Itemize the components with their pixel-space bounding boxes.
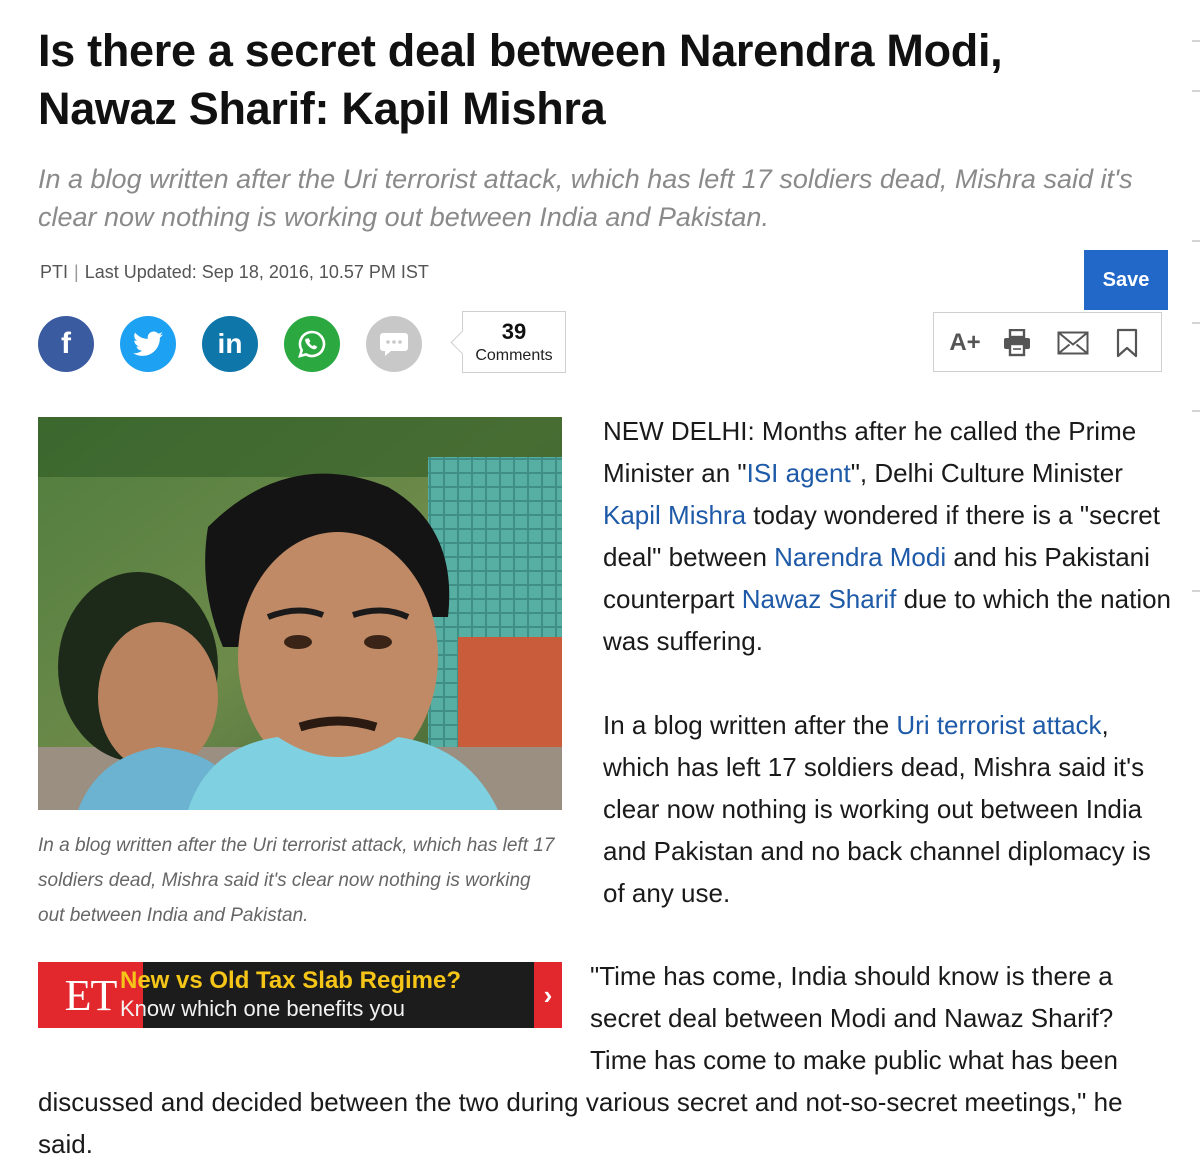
link-isi-agent[interactable]: ISI agent	[747, 458, 851, 488]
edge-mark	[1192, 90, 1200, 92]
comments-label: Comments	[475, 347, 553, 364]
print-button[interactable]	[1000, 327, 1034, 359]
byline: PTI | Last Updated: Sep 18, 2016, 10.57 PM…	[40, 262, 429, 283]
article-headline: Is there a secret deal between Narendra …	[38, 25, 1003, 134]
article-synopsis: In a blog written after the Uri terroris…	[38, 164, 1133, 232]
mail-icon	[1057, 331, 1089, 355]
edge-mark	[1192, 410, 1200, 412]
chevron-right-icon[interactable]: ›	[534, 962, 562, 1028]
paragraph-2: In a blog written after the Uri terroris…	[603, 704, 1178, 914]
et-promo-banner[interactable]: ET New vs Old Tax Slab Regime? Know whic…	[38, 962, 562, 1028]
paragraph-1: NEW DELHI: Months after he called the Pr…	[603, 410, 1178, 662]
edge-mark	[1192, 40, 1200, 42]
print-icon	[1004, 329, 1030, 357]
save-button[interactable]: Save	[1084, 250, 1168, 310]
edge-mark	[1192, 240, 1200, 242]
whatsapp-icon	[298, 330, 326, 358]
byline-source[interactable]: PTI	[40, 262, 68, 282]
email-button[interactable]	[1056, 327, 1090, 359]
twitter-icon	[133, 331, 163, 356]
p2-text-1: In a blog written after the	[603, 710, 897, 740]
whatsapp-share-button[interactable]	[284, 316, 340, 372]
edge-mark	[1192, 322, 1200, 324]
edge-mark	[1192, 590, 1200, 592]
facebook-icon: f	[61, 327, 71, 360]
font-size-button[interactable]: A+	[944, 327, 986, 359]
linkedin-share-button[interactable]: in	[202, 316, 258, 372]
link-narendra-modi[interactable]: Narendra Modi	[774, 542, 946, 572]
bookmark-icon	[1116, 328, 1138, 358]
promo-text: New vs Old Tax Slab Regime? Know which o…	[38, 962, 532, 1028]
comment-button[interactable]	[366, 316, 422, 372]
linkedin-icon: in	[217, 328, 243, 359]
comments-count: 39	[501, 319, 527, 344]
photo-caption: In a blog written after the Uri terroris…	[38, 835, 555, 926]
promo-title: New vs Old Tax Slab Regime?	[120, 967, 461, 994]
article-photo	[38, 417, 562, 810]
facebook-share-button[interactable]: f	[38, 316, 94, 372]
bookmark-button[interactable]	[1112, 327, 1142, 359]
article-photo-image	[38, 417, 562, 810]
link-uri-terrorist-attack[interactable]: Uri terrorist attack	[896, 710, 1101, 740]
promo-subtitle: Know which one benefits you	[120, 996, 405, 1021]
p1-text-2: ", Delhi Culture Minister	[850, 458, 1123, 488]
comments-count-box[interactable]: 39 Comments	[462, 311, 566, 373]
article-tools: A+	[933, 312, 1162, 372]
comment-icon	[380, 333, 408, 356]
twitter-share-button[interactable]	[120, 316, 176, 372]
page-edge-marks	[1186, 0, 1200, 1162]
byline-separator: |	[74, 262, 79, 282]
byline-updated: Last Updated: Sep 18, 2016, 10.57 PM IST	[84, 262, 429, 282]
article-body: NEW DELHI: Months after he called the Pr…	[603, 410, 1178, 956]
link-nawaz-sharif[interactable]: Nawaz Sharif	[742, 584, 897, 614]
link-kapil-mishra[interactable]: Kapil Mishra	[603, 500, 746, 530]
